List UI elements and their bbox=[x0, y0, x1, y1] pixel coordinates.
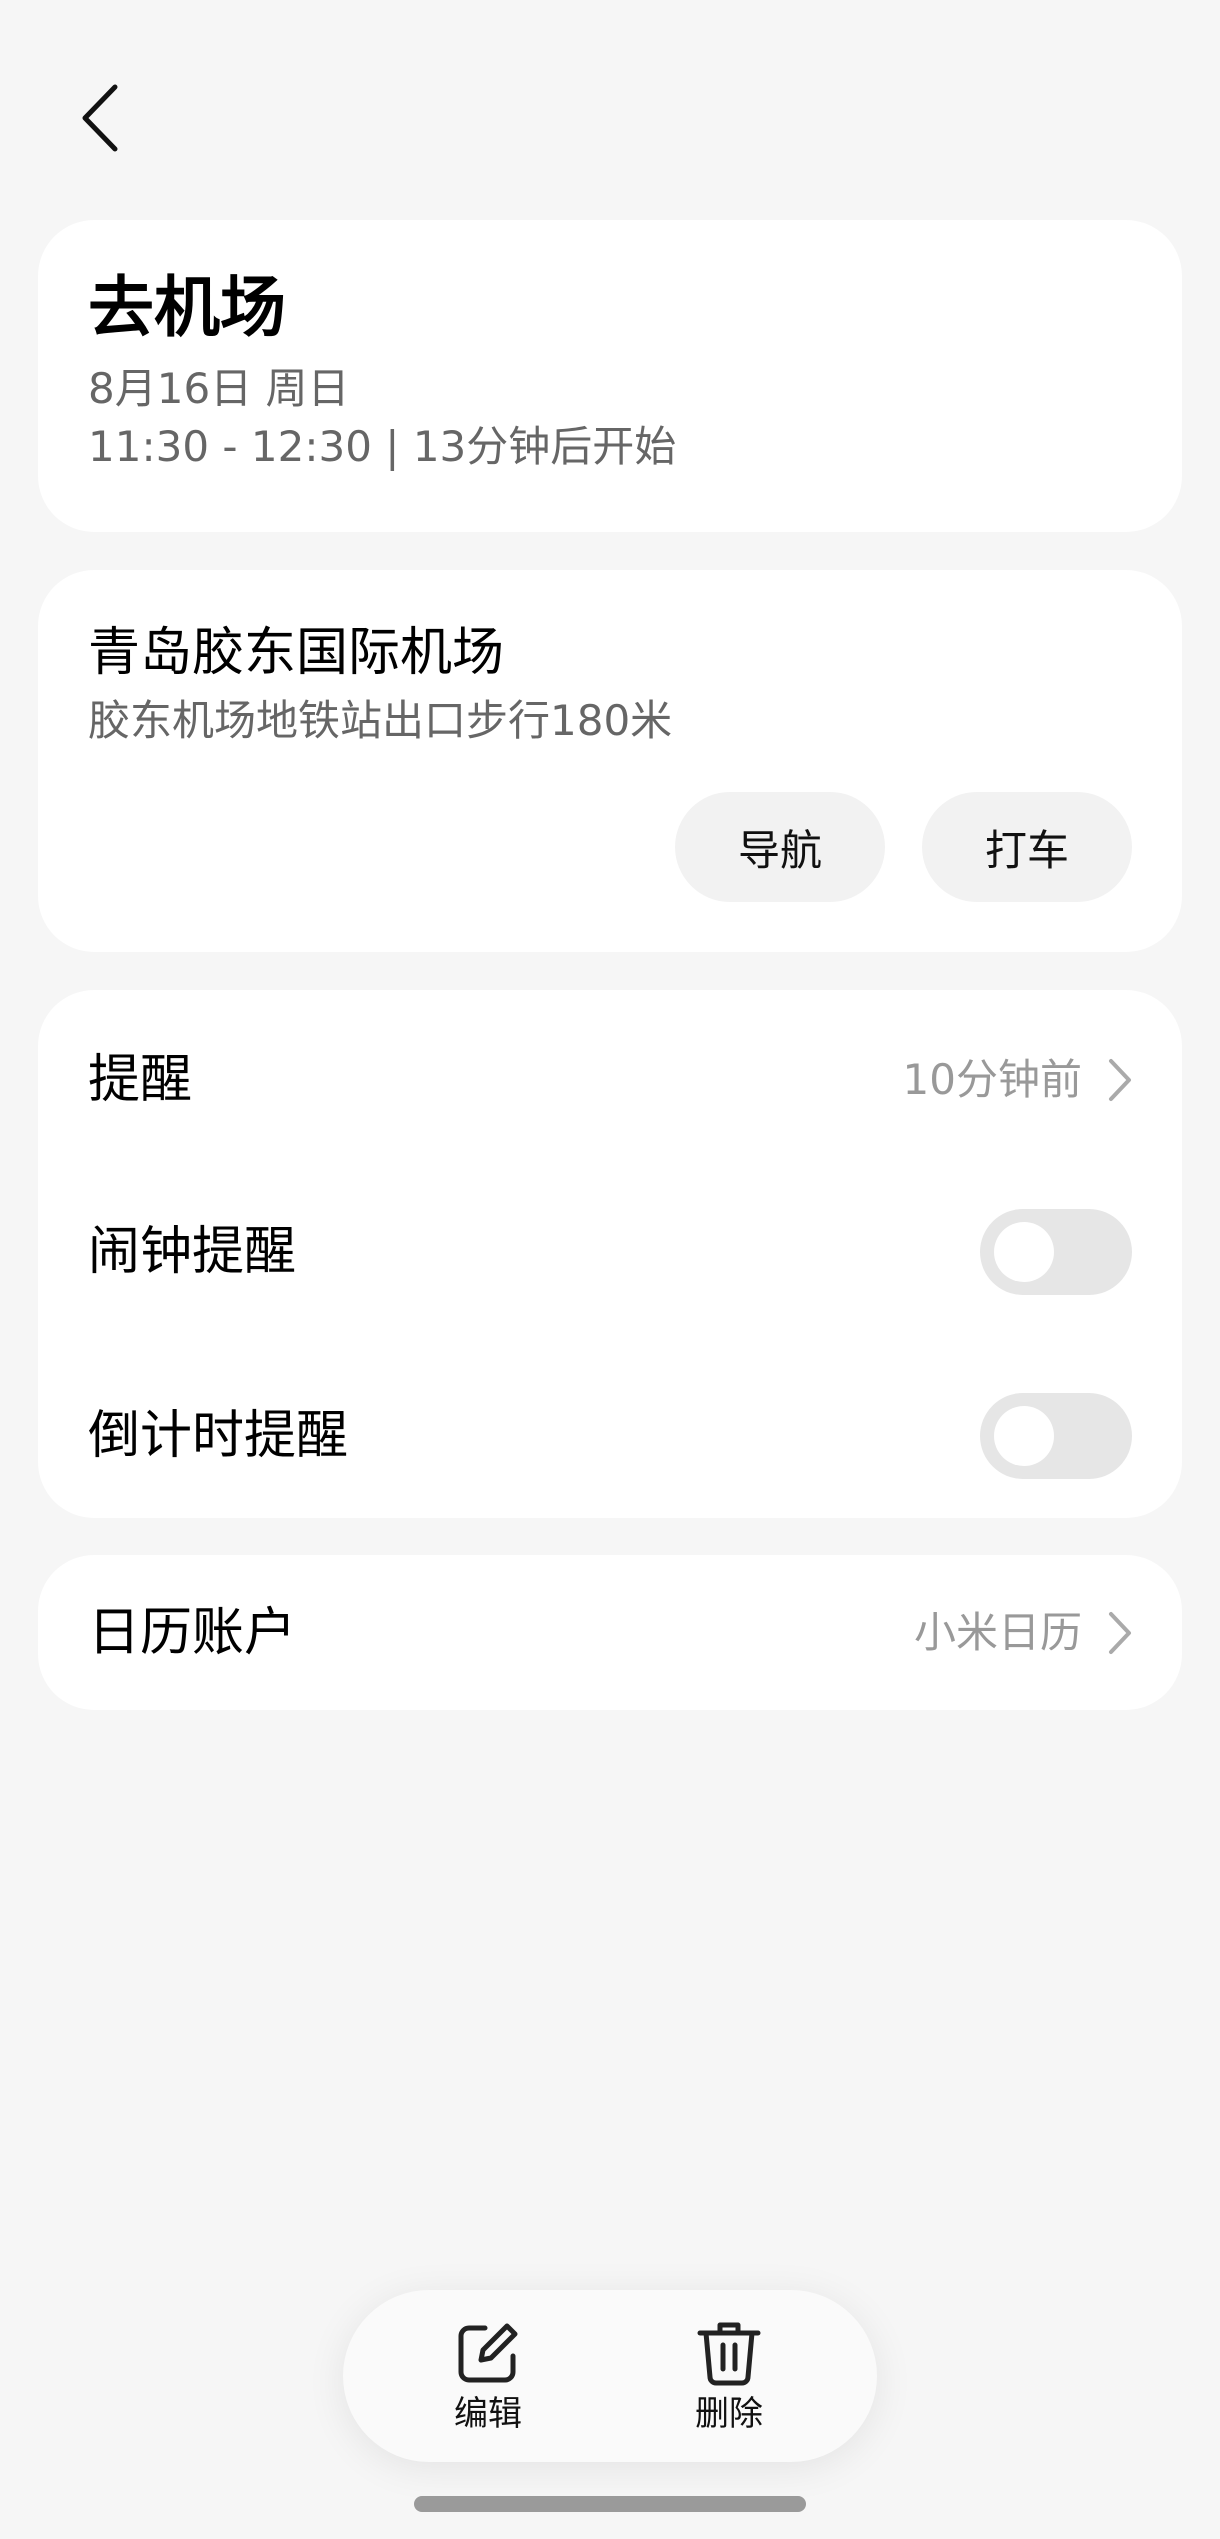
event-title: 去机场 bbox=[88, 269, 286, 346]
calendar-account-value: 小米日历 bbox=[913, 1607, 1082, 1657]
taxi-button[interactable]: 打车 bbox=[922, 792, 1132, 902]
calendar-account-label: 日历账户 bbox=[88, 1602, 297, 1663]
toggle-knob bbox=[994, 1406, 1054, 1466]
reminder-label: 提醒 bbox=[88, 1050, 193, 1110]
alarm-reminder-label: 闹钟提醒 bbox=[88, 1222, 297, 1282]
location-name: 青岛胶东国际机场 bbox=[88, 623, 505, 683]
edit-icon bbox=[453, 2318, 523, 2388]
edit-button[interactable]: 编辑 bbox=[418, 2318, 558, 2442]
reminder-row[interactable]: 提醒 10分钟前 bbox=[38, 990, 1182, 1170]
event-time: 11:30 - 12:30 | 13分钟后开始 bbox=[88, 422, 677, 471]
calendar-account-card[interactable]: 日历账户 小米日历 bbox=[38, 1555, 1182, 1710]
alarm-reminder-toggle[interactable] bbox=[980, 1209, 1132, 1295]
event-summary-card: 去机场 8月16日 周日 11:30 - 12:30 | 13分钟后开始 bbox=[38, 220, 1182, 532]
toggle-knob bbox=[994, 1222, 1054, 1282]
location-card: 青岛胶东国际机场 胶东机场地铁站出口步行180米 导航 打车 bbox=[38, 570, 1182, 952]
home-indicator[interactable] bbox=[414, 2496, 806, 2512]
chevron-right-icon bbox=[1102, 1608, 1138, 1658]
countdown-reminder-row: 倒计时提醒 bbox=[38, 1346, 1182, 1526]
back-button[interactable] bbox=[66, 76, 136, 164]
reminders-card: 提醒 10分钟前 闹钟提醒 倒计时提醒 bbox=[38, 990, 1182, 1518]
trash-icon bbox=[694, 2318, 764, 2388]
calendar-account-row[interactable]: 日历账户 小米日历 bbox=[38, 1555, 1182, 1710]
countdown-reminder-toggle[interactable] bbox=[980, 1393, 1132, 1479]
location-detail: 胶东机场地铁站出口步行180米 bbox=[88, 696, 673, 745]
edit-label: 编辑 bbox=[454, 2394, 522, 2434]
event-time-range: 11:30 - 12:30 bbox=[88, 422, 372, 471]
countdown-reminder-label: 倒计时提醒 bbox=[88, 1406, 349, 1466]
chevron-left-icon bbox=[79, 83, 123, 157]
event-date: 8月16日 周日 bbox=[88, 364, 350, 413]
alarm-reminder-row: 闹钟提醒 bbox=[38, 1162, 1182, 1342]
reminder-value: 10分钟前 bbox=[902, 1055, 1082, 1104]
navigate-button[interactable]: 导航 bbox=[675, 792, 885, 902]
time-separator: | bbox=[385, 422, 400, 471]
delete-label: 删除 bbox=[695, 2394, 763, 2434]
bottom-action-bar: 编辑 删除 bbox=[343, 2290, 877, 2462]
delete-button[interactable]: 删除 bbox=[659, 2318, 799, 2442]
event-starts-in: 13分钟后开始 bbox=[412, 422, 677, 471]
chevron-right-icon bbox=[1102, 1055, 1138, 1105]
